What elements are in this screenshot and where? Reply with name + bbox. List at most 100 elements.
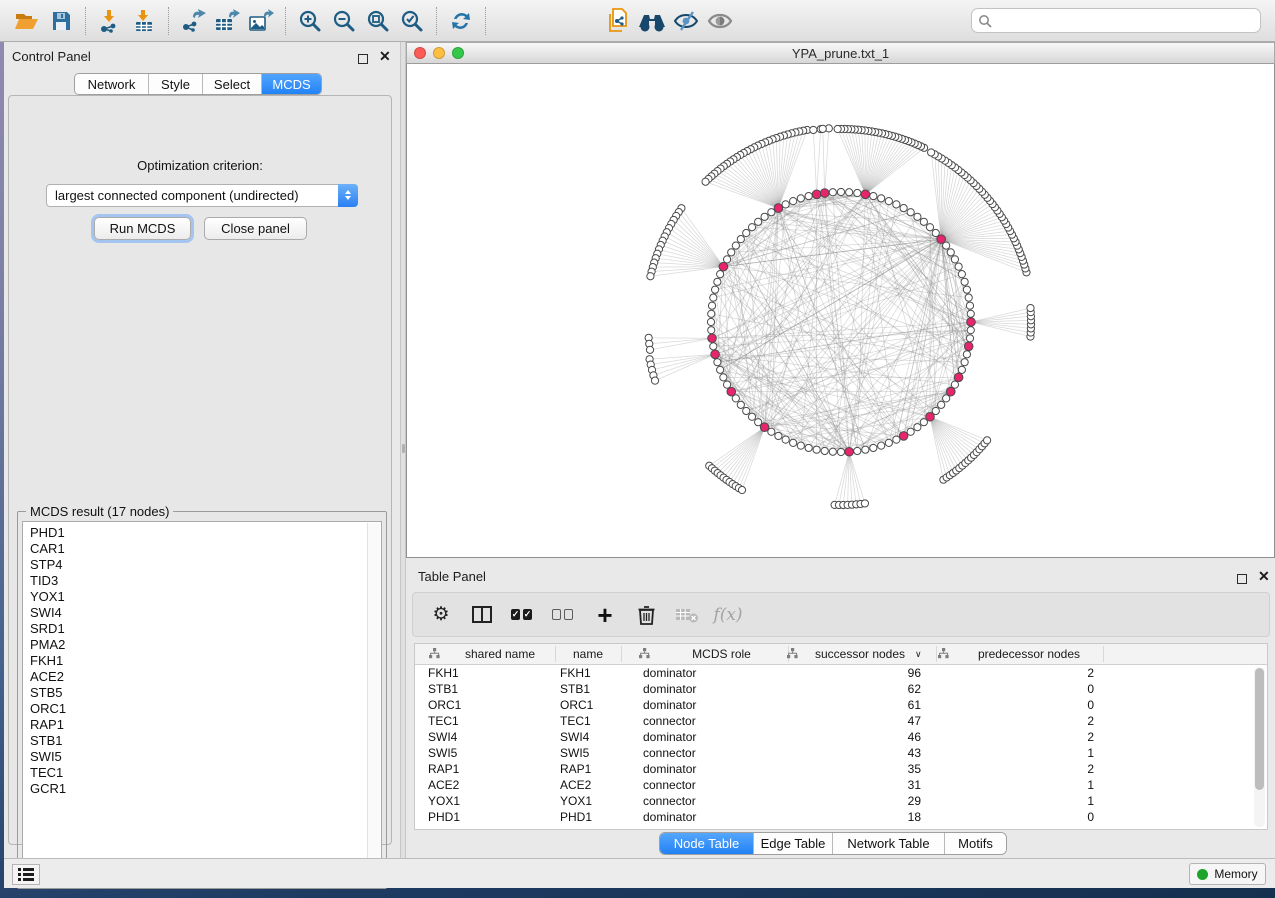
export-table-icon[interactable] [210,4,244,38]
export-image-icon[interactable] [244,4,278,38]
mcds-result-item[interactable]: PMA2 [30,637,381,653]
cell-shared-name[interactable]: RAP1 [428,762,459,776]
search-binoculars-icon[interactable] [635,4,669,38]
cell-mcds-role[interactable]: connector [643,746,696,760]
table-row[interactable]: TEC1TEC1connector472 [415,713,1267,729]
table-row[interactable]: RAP1RAP1dominator352 [415,761,1267,777]
mcds-result-item[interactable]: STP4 [30,557,381,573]
cell-successors[interactable]: 47 [908,714,921,728]
cell-name[interactable]: SWI5 [560,746,589,760]
close-panel-icon[interactable]: ✕ [379,51,391,61]
hide-details-icon[interactable] [669,4,703,38]
export-network-icon[interactable] [176,4,210,38]
cell-predecessors[interactable]: 2 [1087,666,1094,680]
mcds-result-item[interactable]: PHD1 [30,525,381,541]
tab-mcds[interactable]: MCDS [262,74,321,94]
cell-name[interactable]: RAP1 [560,762,591,776]
memory-button[interactable]: Memory [1189,863,1266,885]
col-predecessor-nodes[interactable]: predecessor nodes [955,647,1103,661]
cell-name[interactable]: ACE2 [560,778,591,792]
cell-successors[interactable]: 62 [908,682,921,696]
cell-mcds-role[interactable]: dominator [643,730,696,744]
cell-name[interactable]: STB1 [560,682,590,696]
search-input[interactable] [992,13,1254,29]
network-graph[interactable] [407,64,1274,556]
mcds-result-item[interactable]: TEC1 [30,765,381,781]
mcds-result-item[interactable]: GCR1 [30,781,381,797]
cell-mcds-role[interactable]: dominator [643,666,696,680]
cell-mcds-role[interactable]: connector [643,778,696,792]
col-mcds-role[interactable]: MCDS role [655,647,788,661]
mcds-result-item[interactable]: SWI5 [30,749,381,765]
table-row[interactable]: FKH1 FKH1 dominator 96 2 [415,665,1267,681]
open-file-icon[interactable] [10,4,44,38]
table-row[interactable]: STB1STB1dominator620 [415,681,1267,697]
table-row[interactable]: SWI4SWI4dominator462 [415,729,1267,745]
col-name[interactable]: name [555,647,621,661]
column-separator[interactable] [936,646,937,662]
import-network-icon[interactable] [93,4,127,38]
cell-name[interactable]: SWI4 [560,730,589,744]
cell-shared-name[interactable]: FKH1 [428,666,459,680]
cell-mcds-role[interactable]: dominator [643,810,696,824]
table-row[interactable]: ACE2ACE2connector311 [415,777,1267,793]
cell-name[interactable]: PHD1 [560,810,592,824]
cell-predecessors[interactable]: 2 [1087,714,1094,728]
mcds-result-item[interactable]: CAR1 [30,541,381,557]
tab-network[interactable]: Network [75,74,149,94]
mcds-result-list[interactable]: PHD1CAR1STP4TID3YOX1SWI4SRD1PMA2FKH1ACE2… [22,521,382,884]
cell-name[interactable]: YOX1 [560,794,592,808]
zoom-out-icon[interactable] [327,4,361,38]
splitter-grip[interactable] [402,444,405,453]
cell-shared-name[interactable]: STB1 [428,682,458,696]
deselect-all-icon[interactable] [552,609,576,620]
cell-shared-name[interactable]: SWI4 [428,730,457,744]
import-table-icon[interactable] [127,4,161,38]
cell-successors[interactable]: 29 [908,794,921,808]
cell-predecessors[interactable]: 1 [1087,794,1094,808]
table-scrollbar-thumb[interactable] [1255,668,1264,790]
cell-predecessors[interactable]: 1 [1087,746,1094,760]
mcds-result-item[interactable]: SRD1 [30,621,381,637]
mcds-result-item[interactable]: ORC1 [30,701,381,717]
duplicate-network-icon[interactable] [601,4,635,38]
cell-successors[interactable]: 46 [908,730,921,744]
tab-node-table[interactable]: Node Table [660,833,754,854]
cell-successors[interactable]: 61 [908,698,921,712]
tab-network-table[interactable]: Network Table [833,833,945,854]
column-selector-icon[interactable] [470,606,494,623]
tab-edge-table[interactable]: Edge Table [754,833,833,854]
cell-predecessors[interactable]: 1 [1087,778,1094,792]
cell-predecessors[interactable]: 0 [1087,682,1094,696]
table-settings-gear-icon[interactable]: ⚙ [429,603,453,626]
add-column-icon[interactable]: + [593,605,617,625]
float-panel-icon[interactable] [358,51,368,69]
run-mcds-button[interactable]: Run MCDS [94,217,191,240]
cell-shared-name[interactable]: ORC1 [428,698,461,712]
cell-shared-name[interactable]: ACE2 [428,778,459,792]
cell-predecessors[interactable]: 2 [1087,762,1094,776]
cell-successors[interactable]: 18 [908,810,921,824]
cell-shared-name[interactable]: SWI5 [428,746,457,760]
tab-motifs[interactable]: Motifs [945,833,1006,854]
network-canvas[interactable] [406,64,1275,558]
table-row[interactable]: SWI5SWI5connector431 [415,745,1267,761]
mcds-result-item[interactable]: STB1 [30,733,381,749]
mcds-result-item[interactable]: YOX1 [30,589,381,605]
mcds-result-item[interactable]: TID3 [30,573,381,589]
cell-mcds-role[interactable]: dominator [643,698,696,712]
cell-successors[interactable]: 35 [908,762,921,776]
cell-name[interactable]: ORC1 [560,698,593,712]
cell-name[interactable]: FKH1 [560,666,591,680]
table-row[interactable]: YOX1YOX1connector291 [415,793,1267,809]
mcds-result-item[interactable]: FKH1 [30,653,381,669]
cell-mcds-role[interactable]: connector [643,794,696,808]
tab-style[interactable]: Style [149,74,203,94]
cell-successors[interactable]: 96 [908,666,921,680]
mcds-result-item[interactable]: STB5 [30,685,381,701]
zoom-selected-icon[interactable] [395,4,429,38]
close-panel-button[interactable]: Close panel [204,217,307,240]
select-all-icon[interactable]: ✓✓ [511,609,535,620]
cell-shared-name[interactable]: TEC1 [428,714,459,728]
refresh-icon[interactable] [444,4,478,38]
